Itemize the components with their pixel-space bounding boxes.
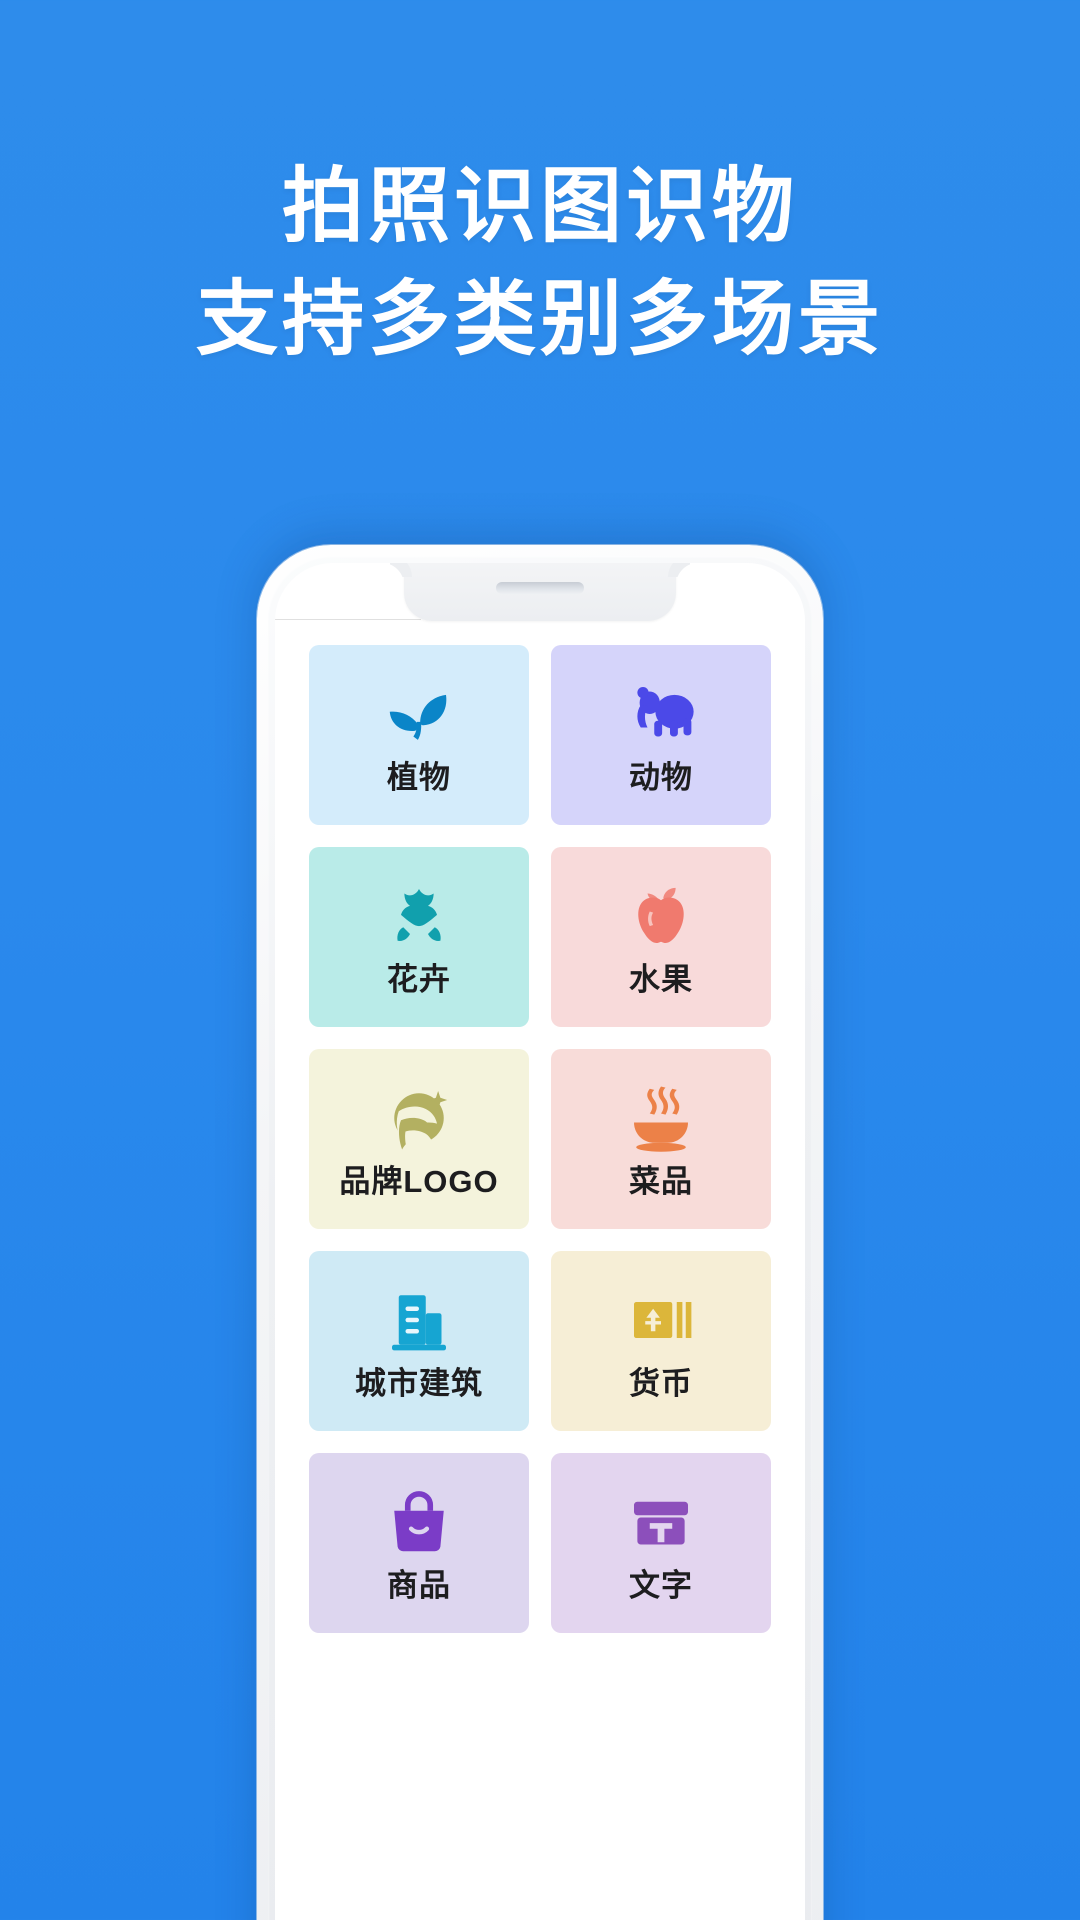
building-icon — [383, 1284, 455, 1356]
animal-icon — [625, 678, 697, 750]
shopping-bag-icon — [383, 1486, 455, 1558]
phone-bezel: 植物 动物花卉 水果品牌LOGO 菜品城市建筑 货币商品 文字 — [268, 556, 812, 1920]
phone-mockup: 植物 动物花卉 水果品牌LOGO 菜品城市建筑 货币商品 文字 — [257, 545, 823, 1920]
category-card[interactable]: 菜品 — [551, 1049, 771, 1229]
category-card-label: 文字 — [629, 1567, 693, 1603]
category-card-label: 货币 — [629, 1365, 693, 1401]
category-card-label: 水果 — [629, 961, 693, 997]
category-card[interactable]: 花卉 — [309, 847, 529, 1027]
apple-icon — [625, 880, 697, 952]
phone-screen: 植物 动物花卉 水果品牌LOGO 菜品城市建筑 货币商品 文字 — [275, 563, 805, 1920]
category-card[interactable]: 水果 — [551, 847, 771, 1027]
category-card-label: 城市建筑 — [355, 1365, 483, 1401]
category-card[interactable]: 货币 — [551, 1251, 771, 1431]
leaf-icon — [383, 678, 455, 750]
category-card-label: 商品 — [387, 1567, 451, 1603]
category-card[interactable]: 城市建筑 — [309, 1251, 529, 1431]
headline-line-2: 支持多类别多场景 — [195, 274, 884, 366]
text-box-icon — [625, 1486, 697, 1558]
category-card[interactable]: 动物 — [551, 645, 771, 825]
category-card[interactable]: 商品 — [309, 1453, 529, 1633]
currency-icon — [625, 1284, 697, 1356]
category-card-label: 动物 — [629, 759, 693, 795]
category-card-label: 花卉 — [387, 961, 451, 997]
brand-logo-icon — [383, 1082, 455, 1154]
flower-icon — [383, 880, 455, 952]
status-bar-divider — [275, 619, 421, 620]
category-card[interactable]: 文字 — [551, 1453, 771, 1633]
category-card[interactable]: 品牌LOGO — [309, 1049, 529, 1229]
headline-block: 拍照识图识物 支持多类别多场景 — [0, 150, 1080, 376]
category-card-label: 菜品 — [629, 1163, 693, 1199]
category-card-label: 品牌LOGO — [339, 1163, 499, 1199]
headline-line-1: 拍照识图识物 — [281, 161, 798, 252]
category-card[interactable]: 植物 — [309, 645, 529, 825]
earpiece-speaker-icon — [496, 582, 584, 594]
category-grid: 植物 动物花卉 水果品牌LOGO 菜品城市建筑 货币商品 文字 — [275, 645, 805, 1633]
category-card-label: 植物 — [387, 759, 451, 795]
dish-bowl-icon — [625, 1082, 697, 1154]
